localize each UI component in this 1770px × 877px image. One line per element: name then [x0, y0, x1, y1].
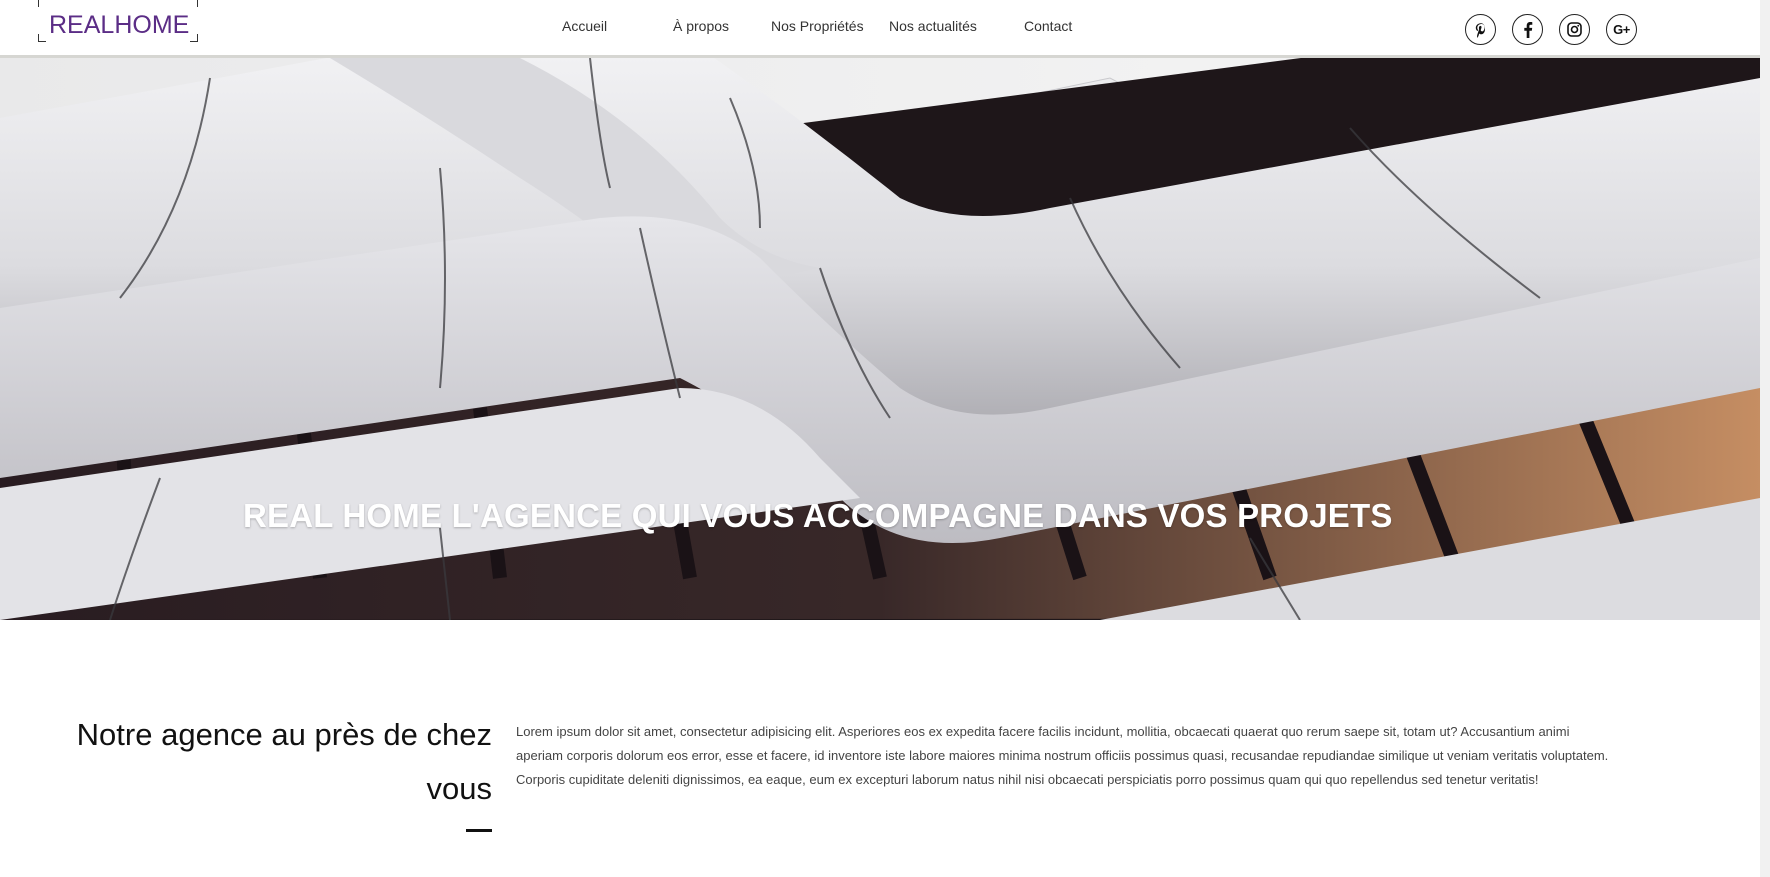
realhome-logo[interactable]: REALHOME	[38, 0, 198, 42]
logo-text: REALHOME	[49, 12, 189, 38]
hero-building-image	[0, 58, 1760, 620]
logo-corner	[190, 34, 198, 42]
logo-text-bold: HOME	[114, 11, 190, 39]
instagram-button[interactable]	[1559, 14, 1590, 45]
intro-title: Notre agence au près de chez vous	[76, 717, 492, 806]
facebook-button[interactable]	[1512, 14, 1543, 45]
logo-corner	[38, 0, 46, 7]
nav-item-nos-actualites[interactable]: Nos actualités	[889, 18, 977, 34]
intro-paragraph: Lorem ipsum dolor sit amet, consectetur …	[516, 724, 1609, 787]
logo-corner	[190, 0, 198, 7]
title-underline	[466, 829, 492, 832]
site-header: REALHOME Accueil À propos Nos Propriétés…	[0, 0, 1760, 58]
nav-item-a-propos[interactable]: À propos	[673, 18, 729, 34]
nav-item-accueil[interactable]: Accueil	[562, 18, 607, 34]
pinterest-icon	[1474, 22, 1488, 38]
logo-corner	[38, 34, 46, 42]
logo-text-light: REAL	[49, 11, 115, 39]
nav-item-nos-proprietes[interactable]: Nos Propriétés	[771, 18, 864, 34]
hero-banner: REAL HOME L'AGENCE QUI VOUS ACCOMPAGNE D…	[0, 58, 1760, 620]
google-plus-icon: G+	[1613, 22, 1630, 37]
page-scrollbar[interactable]	[1760, 0, 1770, 877]
pinterest-button[interactable]	[1465, 14, 1496, 45]
instagram-icon	[1567, 22, 1582, 37]
nav-item-contact[interactable]: Contact	[1024, 18, 1072, 34]
google-plus-button[interactable]: G+	[1606, 14, 1637, 45]
facebook-icon	[1523, 21, 1533, 38]
hero-title: REAL HOME L'AGENCE QUI VOUS ACCOMPAGNE D…	[243, 497, 1393, 534]
